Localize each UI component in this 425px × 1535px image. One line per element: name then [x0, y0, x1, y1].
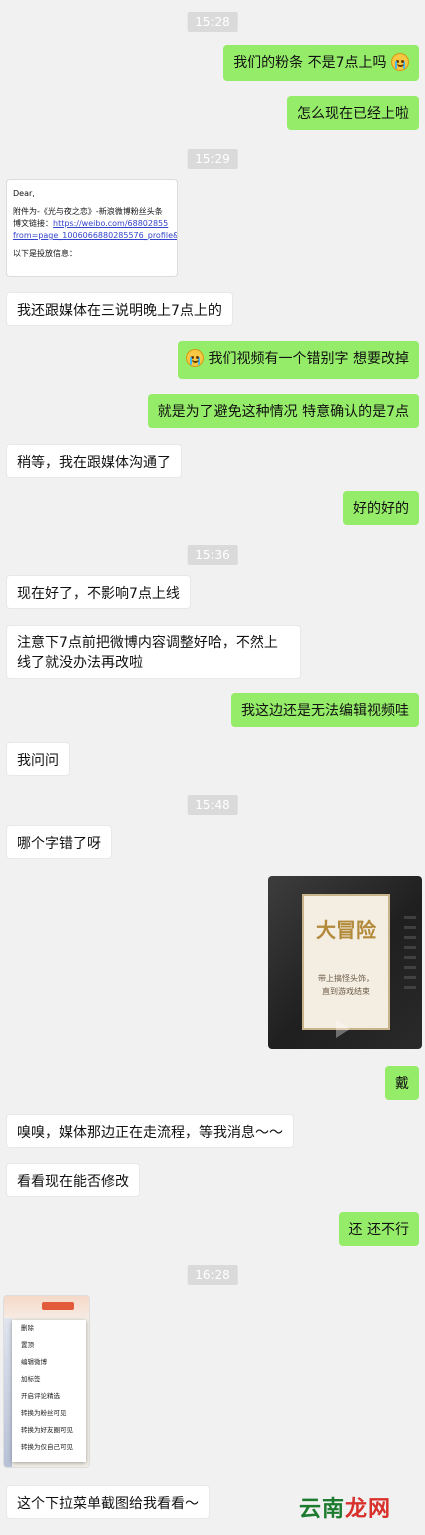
message-text: 戴 [395, 1076, 409, 1092]
dropdown-menu: 删除 置顶 编辑微博 加标签 开启评论精选 转换为粉丝可见 转换为好友圈可见 转… [12, 1320, 86, 1462]
message-text: 还 还不行 [348, 1222, 409, 1238]
menu-item: 删除 [21, 1324, 34, 1332]
menu-item: 开启评论精选 [21, 1392, 60, 1400]
other-message[interactable]: 嗅嗅，媒体那边正在走流程，等我消息～～ [6, 1114, 294, 1148]
message-text: 哪个字错了呀 [17, 836, 101, 852]
doc-line: 博文链接： [13, 219, 53, 228]
watermark-part: 云南 [298, 1497, 345, 1522]
menu-item: 转换为粉丝可见 [21, 1409, 67, 1417]
my-message[interactable]: 我们视频有一个错别字 想要改掉 [178, 341, 419, 379]
message-text: 嗅嗅，媒体那边正在走流程，等我消息～～ [17, 1125, 283, 1141]
message-text: 就是为了避免这种情况 特意确认的是7点 [157, 404, 409, 420]
side-strip [4, 1318, 12, 1467]
timestamp: 15:36 [187, 545, 238, 565]
timestamp: 16:28 [187, 1265, 238, 1285]
menu-item: 加标签 [21, 1375, 41, 1383]
message-text: 我还跟媒体在三说明晚上7点上的 [17, 303, 222, 319]
menu-item: 编辑微博 [21, 1358, 47, 1366]
timestamp: 15:29 [187, 149, 238, 169]
crying-face-icon [391, 53, 409, 71]
doc-link: from=page_1006066880285576_profile& [13, 231, 178, 240]
my-message[interactable]: 还 还不行 [338, 1212, 419, 1246]
message-text: 我这边还是无法编辑视频哇 [241, 703, 409, 719]
watermark-part: 龙网 [344, 1497, 391, 1522]
message-text: 稍等，我在跟媒体沟通了 [17, 455, 171, 471]
crying-face-icon [186, 349, 205, 367]
banner-tag [42, 1302, 74, 1310]
timestamp: 15:28 [187, 12, 238, 32]
message-text: 我问问 [17, 753, 59, 769]
my-message[interactable]: 就是为了避免这种情况 特意确认的是7点 [147, 394, 419, 428]
other-message[interactable]: 看看现在能否修改 [6, 1163, 140, 1197]
my-message[interactable]: 怎么现在已经上啦 [287, 96, 419, 130]
my-message[interactable]: 我们的粉条 不是7点上吗 [223, 45, 419, 81]
play-icon [336, 1020, 350, 1038]
message-text: 我们视频有一个错别字 想要改掉 [208, 351, 409, 367]
watermark-logo: 云南龙网 [299, 1491, 391, 1523]
my-message[interactable]: 我这边还是无法编辑视频哇 [231, 693, 419, 727]
game-card: 大冒险 带上搞怪头饰， 直到游戏结束 [302, 894, 390, 1030]
video-thumbnail-image[interactable]: 大冒险 带上搞怪头饰， 直到游戏结束 [268, 876, 422, 1049]
other-message[interactable]: 我还跟媒体在三说明晚上7点上的 [6, 292, 233, 326]
my-message[interactable]: 好的好的 [343, 491, 419, 525]
menu-item: 转换为好友圈可见 [21, 1426, 73, 1434]
menu-item: 置顶 [21, 1341, 34, 1349]
message-text: 怎么现在已经上啦 [297, 106, 409, 122]
my-message[interactable]: 戴 [385, 1066, 419, 1100]
card-text: 带上搞怪头饰， 直到游戏结束 [308, 972, 384, 998]
message-text: 看看现在能否修改 [17, 1174, 129, 1190]
timestamp: 15:48 [187, 795, 238, 815]
document-screenshot-image[interactable]: Dear, 附件为-《光与夜之恋》-新浪微博粉丝头条 博文链接：https://… [6, 179, 178, 277]
message-text: 好的好的 [353, 501, 409, 517]
decoration [404, 916, 416, 996]
other-message[interactable]: 注意下7点前把微博内容调整好哈，不然上线了就没办法再改啦 [6, 625, 301, 679]
card-text-line: 直到游戏结束 [322, 987, 370, 996]
other-message[interactable]: 现在好了，不影响7点上线 [6, 575, 191, 609]
other-message[interactable]: 这个下拉菜单截图给我看看～ [6, 1485, 210, 1519]
doc-link: https://weibo.com/68802855 [53, 219, 169, 228]
message-text: 这个下拉菜单截图给我看看～ [17, 1496, 199, 1512]
message-text: 现在好了，不影响7点上线 [17, 586, 180, 602]
message-text: 我们的粉条 不是7点上吗 [233, 55, 387, 71]
card-text-line: 带上搞怪头饰， [318, 974, 374, 983]
doc-line: 附件为-《光与夜之恋》-新浪微博粉丝头条 [13, 207, 163, 216]
other-message[interactable]: 我问问 [6, 742, 70, 776]
other-message[interactable]: 哪个字错了呀 [6, 825, 112, 859]
message-text: 注意下7点前把微博内容调整好哈，不然上线了就没办法再改啦 [17, 635, 278, 671]
menu-item: 转换为仅自己可见 [21, 1443, 73, 1451]
menu-screenshot-image[interactable]: 删除 置顶 编辑微博 加标签 开启评论精选 转换为粉丝可见 转换为好友圈可见 转… [3, 1295, 90, 1468]
banner [4, 1296, 89, 1318]
doc-line: Dear, [13, 189, 35, 198]
doc-line: 以下是投放信息： [13, 249, 77, 258]
card-title: 大冒险 [316, 918, 376, 942]
other-message[interactable]: 稍等，我在跟媒体沟通了 [6, 444, 182, 478]
